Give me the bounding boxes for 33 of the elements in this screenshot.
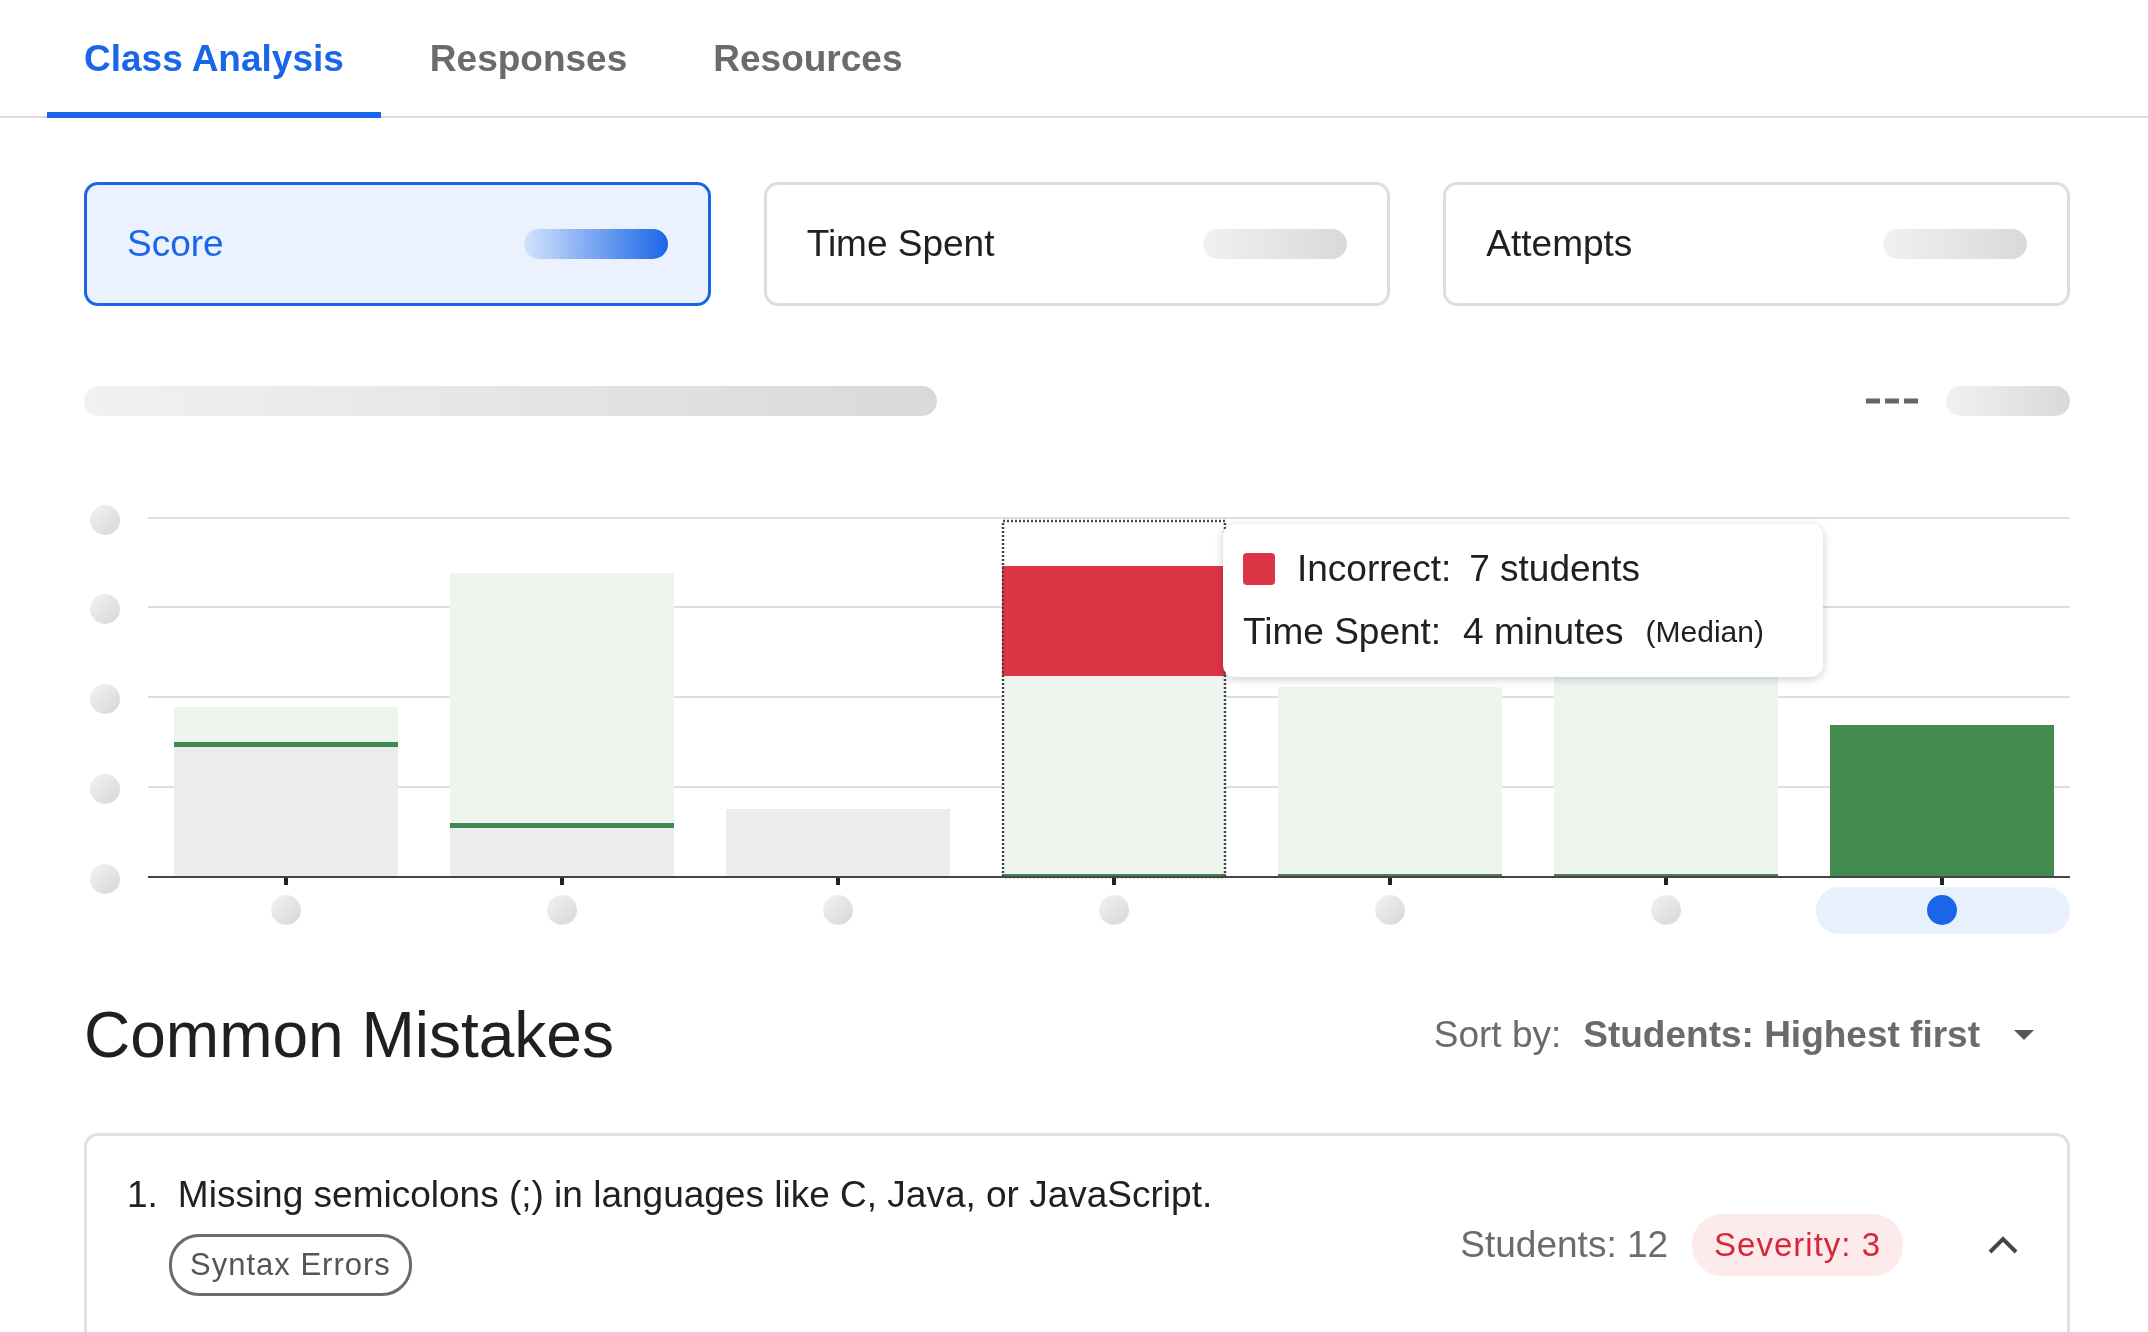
skeleton-axis-label	[90, 505, 120, 535]
skeleton-axis-label	[90, 594, 120, 624]
metric-label: Time Spent	[806, 223, 995, 265]
tooltip-label: Time Spent:	[1243, 610, 1442, 653]
sort-dropdown[interactable]: Students: Highest first	[1583, 1014, 2070, 1056]
mistake-text: 1. Missing semicolons (;) in languages like C, Java, or JavaScript.	[127, 1174, 1214, 1216]
skeleton-axis-label	[90, 774, 120, 804]
tooltip-value: 7 students	[1469, 548, 1640, 591]
tooltip-label: Incorrect:	[1297, 548, 1452, 591]
chevron-up-icon	[1987, 1235, 2019, 1255]
metric-card[interactable]: Attempts	[1443, 182, 2070, 306]
metric-card[interactable]: Time Spent	[763, 182, 1391, 306]
bar[interactable]	[174, 707, 398, 877]
metric-label: Attempts	[1486, 223, 1633, 265]
tab[interactable]: Class Analysis	[47, 0, 381, 118]
skeleton-axis-label[interactable]	[1927, 895, 1957, 925]
tooltip-note: (Median)	[1645, 614, 1764, 649]
legend-swatch	[1243, 553, 1275, 586]
skeleton-axis-label	[90, 864, 120, 894]
tab[interactable]: Responses	[392, 0, 665, 118]
caret-icon	[2014, 1030, 2034, 1040]
bar[interactable]	[1001, 519, 1227, 879]
category-tag: Syntax Errors	[169, 1234, 412, 1296]
metric-label: Score	[127, 223, 224, 265]
student-count: Students: 12	[1460, 1224, 1669, 1266]
dashed-line-icon	[1866, 398, 1918, 404]
tooltip-value: 4 minutes	[1463, 610, 1624, 653]
metric-card[interactable]: Score	[84, 182, 711, 306]
sort-label: Sort by:	[1433, 1014, 1562, 1056]
tab[interactable]: Resources	[676, 0, 940, 118]
section-title: Common Mistakes	[84, 998, 614, 1072]
skeleton-axis-label	[90, 684, 120, 714]
severity-badge: Severity: 3	[1692, 1214, 1903, 1276]
